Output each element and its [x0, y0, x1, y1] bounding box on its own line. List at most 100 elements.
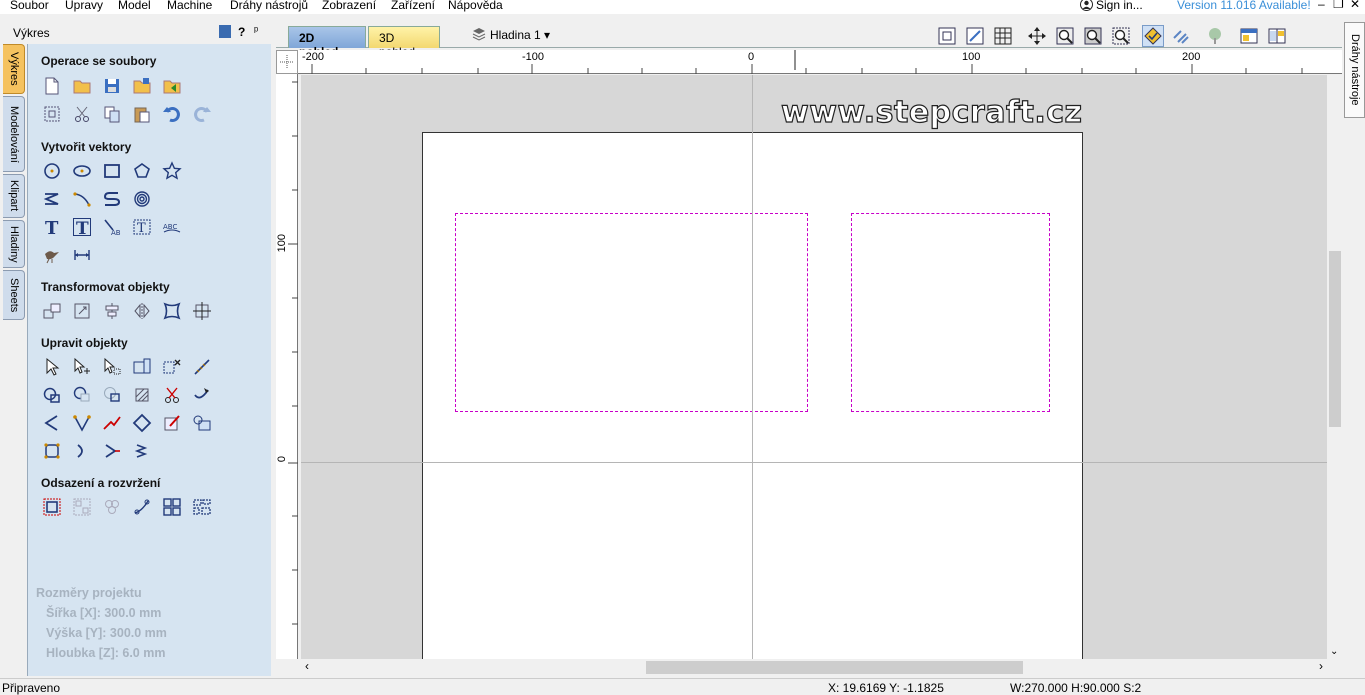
tab-klipart[interactable]: Klipart — [3, 174, 25, 218]
bird-clipart-icon[interactable] — [41, 244, 63, 266]
zoom-box-icon[interactable] — [1110, 25, 1132, 47]
tab-3d-view[interactable]: 3D pohled — [368, 26, 440, 59]
array-copy-icon[interactable] — [101, 496, 123, 518]
image-trace-icon[interactable] — [191, 412, 213, 434]
dock-icon[interactable]: ᵖ — [254, 25, 258, 37]
import-folder-icon[interactable] — [161, 75, 183, 97]
snap-icon[interactable] — [1142, 25, 1164, 47]
version-available-link[interactable]: Version 11.016 Available! — [1177, 0, 1311, 12]
menu-drahy[interactable]: Dráhy nástrojů — [230, 0, 308, 12]
distort-icon[interactable] — [161, 300, 183, 322]
help-icon[interactable]: ? — [238, 25, 245, 39]
save-icon[interactable] — [101, 75, 123, 97]
rectangle-icon[interactable] — [101, 160, 123, 182]
tab-sheets[interactable]: Sheets — [3, 270, 25, 320]
weld-icon[interactable] — [41, 384, 63, 406]
text-on-curve-icon[interactable]: AB — [101, 216, 123, 238]
arc-text-icon[interactable]: ABC — [161, 216, 183, 238]
vertical-scroll-thumb[interactable] — [1329, 251, 1341, 427]
restore-icon[interactable]: ❐ — [1333, 0, 1344, 11]
intersect-icon[interactable] — [101, 384, 123, 406]
save-as-folder-icon[interactable] — [131, 75, 153, 97]
group-icon[interactable] — [131, 356, 153, 378]
minimize-icon[interactable]: – — [1318, 0, 1325, 11]
menu-zarizeni[interactable]: Zařízení — [391, 0, 435, 12]
zoom-vectors-icon[interactable] — [964, 25, 986, 47]
scroll-right-icon[interactable]: › — [1319, 659, 1323, 673]
grid-icon[interactable] — [992, 25, 1014, 47]
block-copy-icon[interactable] — [161, 496, 183, 518]
menu-upravy[interactable]: Úpravy — [65, 0, 103, 12]
zoom-out-icon[interactable] — [1082, 25, 1104, 47]
toolpath-tree-icon[interactable] — [1204, 25, 1226, 47]
undo-icon[interactable] — [161, 103, 183, 125]
toolpaths-dock-tab[interactable]: Dráhy nástroje — [1344, 22, 1365, 118]
subtract-icon[interactable] — [71, 384, 93, 406]
layer-dropdown[interactable]: Hladina 1 ▾ — [490, 28, 550, 42]
vector-rectangle[interactable] — [851, 213, 1050, 412]
tab-hladiny[interactable]: Hladiny — [3, 220, 25, 268]
open-folder-icon[interactable] — [71, 75, 93, 97]
polyline-icon[interactable] — [41, 188, 63, 210]
bracket-icon[interactable] — [71, 440, 93, 462]
smooth-icon[interactable] — [101, 412, 123, 434]
menu-model[interactable]: Model — [118, 0, 151, 12]
select-all-icon[interactable] — [41, 103, 63, 125]
nodes-rectangle-icon[interactable] — [41, 440, 63, 462]
menu-soubor[interactable]: Soubor — [10, 0, 49, 12]
menu-machine[interactable]: Machine — [167, 0, 212, 12]
close-vector-icon[interactable] — [41, 412, 63, 434]
copy-along-path-icon[interactable] — [131, 496, 153, 518]
ungroup-icon[interactable] — [161, 356, 183, 378]
interactive-select-icon[interactable] — [101, 356, 123, 378]
pan-icon[interactable] — [1026, 25, 1048, 47]
vector-rectangle[interactable] — [455, 213, 808, 412]
tab-modelovani[interactable]: Modelování — [3, 96, 25, 172]
split-icon[interactable] — [131, 440, 153, 462]
horizontal-scroll-thumb[interactable] — [646, 661, 1023, 674]
scroll-left-icon[interactable]: ‹ — [305, 659, 309, 673]
align-icon[interactable] — [101, 300, 123, 322]
move-icon[interactable] — [41, 300, 63, 322]
nesting-icon[interactable] — [71, 496, 93, 518]
curve-fit-icon[interactable] — [131, 412, 153, 434]
tile-icon[interactable] — [191, 496, 213, 518]
set-origin-icon[interactable] — [191, 300, 213, 322]
edit-vector-icon[interactable] — [161, 412, 183, 434]
layout-panel-icon[interactable] — [1238, 25, 1260, 47]
tab-2d-view[interactable]: 2D pohled — [288, 26, 366, 59]
spiral-icon[interactable] — [131, 188, 153, 210]
tab-vykres[interactable]: Výkres — [3, 44, 25, 94]
arc-icon[interactable] — [71, 188, 93, 210]
close-icon[interactable]: ✕ — [1350, 0, 1360, 11]
layout-split-icon[interactable] — [1266, 25, 1288, 47]
extend-icon[interactable] — [101, 440, 123, 462]
measure-icon[interactable] — [191, 356, 213, 378]
polygon-icon[interactable] — [131, 160, 153, 182]
text-frame-icon[interactable]: T — [131, 216, 153, 238]
cut-icon[interactable] — [71, 103, 93, 125]
redo-icon[interactable] — [191, 103, 213, 125]
dimension-icon[interactable] — [71, 244, 93, 266]
zoom-in-icon[interactable] — [1054, 25, 1076, 47]
text-icon[interactable]: T — [41, 216, 63, 238]
copy-icon[interactable] — [101, 103, 123, 125]
drawing-canvas[interactable]: www.stepcraft.cz — [301, 75, 1327, 659]
menu-zobrazeni[interactable]: Zobrazení — [322, 0, 376, 12]
select-arrow-icon[interactable] — [41, 356, 63, 378]
horizontal-scrollbar[interactable]: ‹ › — [301, 659, 1327, 676]
snap-options-icon[interactable] — [1170, 25, 1192, 47]
ellipse-icon[interactable] — [71, 160, 93, 182]
paste-icon[interactable] — [131, 103, 153, 125]
hatch-icon[interactable] — [131, 384, 153, 406]
text-box-icon[interactable]: T — [71, 216, 93, 238]
star-icon[interactable] — [161, 160, 183, 182]
fillet-icon[interactable] — [191, 384, 213, 406]
pin-icon[interactable] — [219, 25, 231, 38]
vertical-scrollbar[interactable]: ⌄ — [1327, 75, 1342, 659]
join-vectors-icon[interactable] — [71, 412, 93, 434]
mirror-icon[interactable] — [131, 300, 153, 322]
zoom-sheet-icon[interactable] — [936, 25, 958, 47]
node-edit-icon[interactable] — [71, 356, 93, 378]
circle-icon[interactable] — [41, 160, 63, 182]
